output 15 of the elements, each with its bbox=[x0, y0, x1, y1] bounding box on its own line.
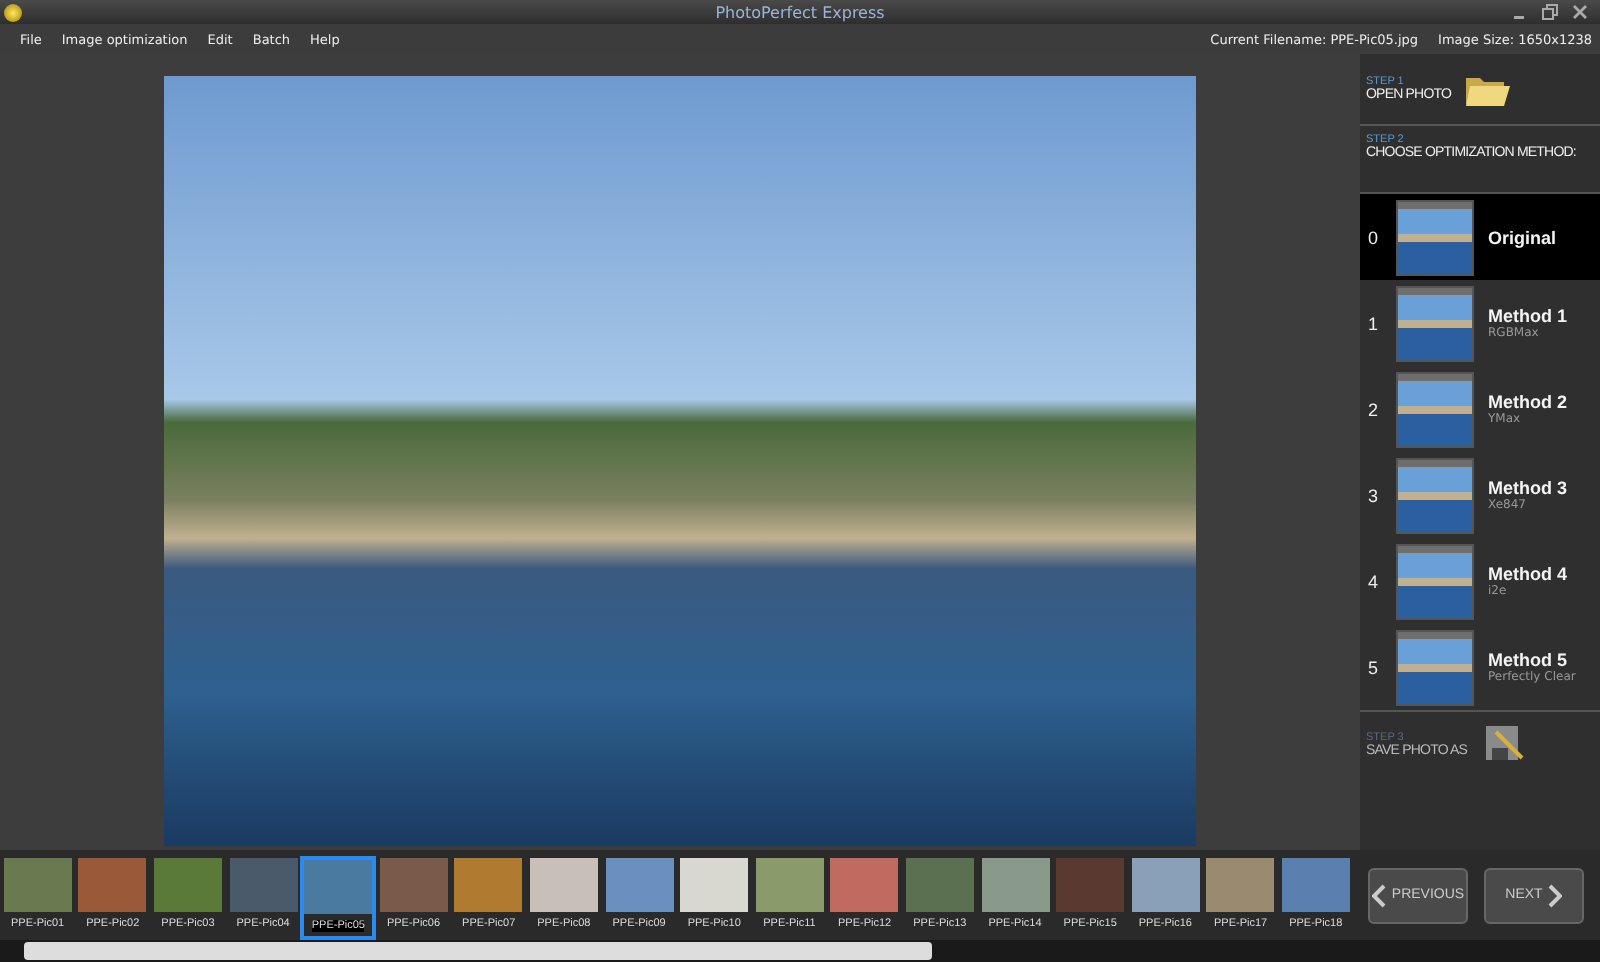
app-logo-icon bbox=[4, 3, 22, 21]
method-thumbnail bbox=[1396, 285, 1474, 361]
floppy-pen-icon[interactable] bbox=[1483, 724, 1524, 764]
method-thumbnail bbox=[1396, 543, 1474, 619]
method-thumbnail bbox=[1396, 199, 1474, 275]
close-icon[interactable] bbox=[1572, 4, 1588, 20]
chevron-left-icon bbox=[1371, 883, 1386, 907]
method-thumbnail bbox=[1396, 371, 1474, 447]
method-thumbnail bbox=[1396, 629, 1474, 705]
chevron-right-icon bbox=[1548, 883, 1563, 907]
horizontal-scrollbar[interactable] bbox=[0, 940, 1600, 962]
method-thumbnail bbox=[1396, 457, 1474, 533]
restore-icon[interactable] bbox=[1542, 4, 1558, 20]
window-title: PhotoPerfect Express bbox=[715, 3, 885, 21]
method-option[interactable]: 0 Original bbox=[1360, 194, 1600, 280]
